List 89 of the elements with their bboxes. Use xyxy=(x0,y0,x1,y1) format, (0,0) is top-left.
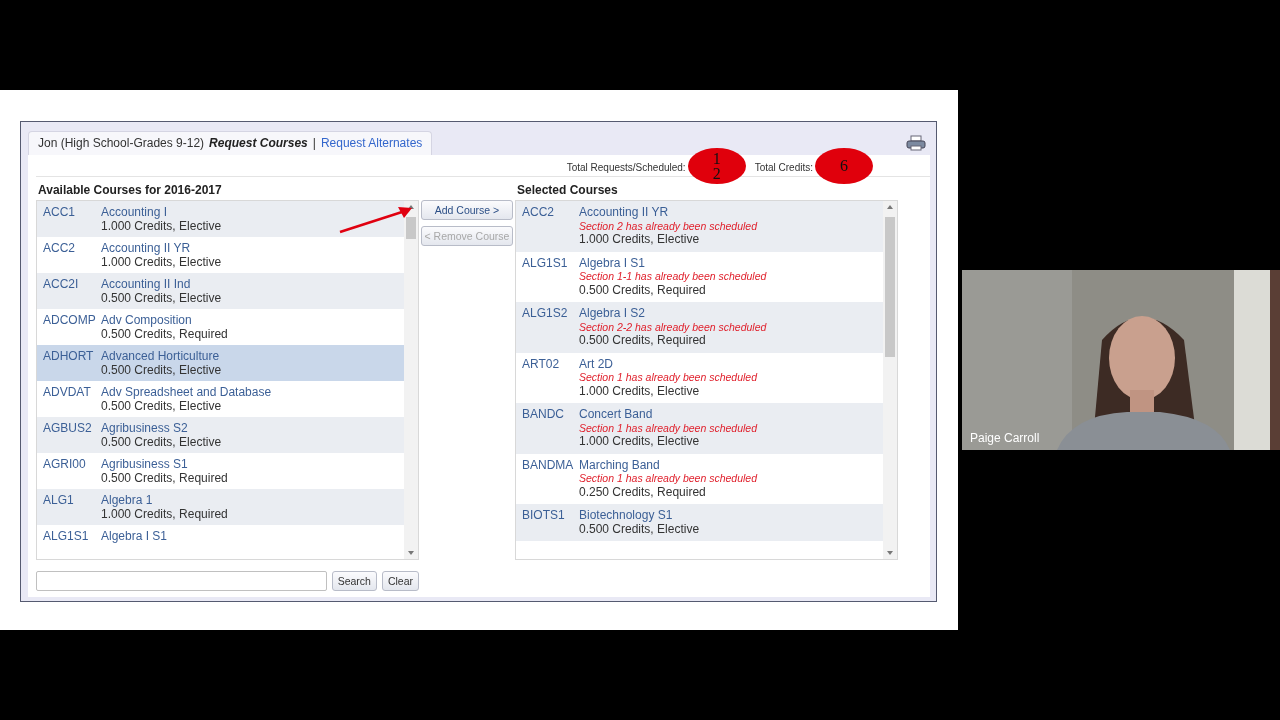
course-row[interactable]: BIOTS1 Biotechnology S1 0.500 Credits, Elective xyxy=(516,504,883,541)
course-name: Biotechnology S1 xyxy=(579,509,674,523)
course-name: Adv Composition xyxy=(101,314,193,328)
scheduled-count: 2 xyxy=(712,165,721,181)
course-row[interactable]: ACC2 Accounting II YR Section 2 has already been scheduled 1.000 Credits, Elective xyxy=(516,201,883,252)
scroll-up-icon[interactable] xyxy=(887,205,893,209)
course-name: Algebra I S2 xyxy=(579,307,647,321)
course-details: 0.500 Credits, Elective xyxy=(101,435,222,449)
course-details: 0.500 Credits, Elective xyxy=(579,522,700,536)
course-name: Accounting II YR xyxy=(101,242,192,256)
course-name: Accounting II Ind xyxy=(101,278,192,292)
course-details: 1.000 Credits, Elective xyxy=(101,255,222,269)
course-details: 0.250 Credits, Required xyxy=(579,485,707,499)
course-details: 0.500 Credits, Elective xyxy=(101,363,222,377)
course-row[interactable]: AGBUS2 Agribusiness S2 0.500 Credits, Elective xyxy=(37,417,404,453)
total-credits-label: Total Credits: xyxy=(754,162,813,173)
schedule-note: Section 2-2 has already been scheduled xyxy=(579,320,767,334)
course-details: 1.000 Credits, Elective xyxy=(579,384,701,398)
course-code: BIOTS1 xyxy=(522,509,566,524)
course-code: ADVDAT xyxy=(43,386,92,401)
course-name: Adv Spreadsheet and Database xyxy=(101,386,272,400)
separator: | xyxy=(312,136,316,150)
scrollbar[interactable] xyxy=(883,201,897,559)
course-code: ADHORT xyxy=(43,350,95,365)
course-code: BANDC xyxy=(522,408,565,423)
tab[interactable]: Request Alternates xyxy=(320,136,423,150)
requests-count: 1 xyxy=(712,150,721,166)
course-details: 1.000 Credits, Required xyxy=(101,507,228,521)
course-details: 1.000 Credits, Elective xyxy=(579,233,701,247)
course-code: ACC1 xyxy=(43,206,76,221)
course-details: 1.000 Credits, Elective xyxy=(579,435,701,449)
course-name: Agribusiness S2 xyxy=(101,422,189,436)
course-code: AGBUS2 xyxy=(43,422,93,437)
schedule-note: Section 1-1 has already been scheduled xyxy=(579,270,767,284)
course-code: ALG1 xyxy=(43,494,75,509)
course-code: ACC2 xyxy=(43,242,76,257)
course-code: ACC2 xyxy=(522,206,555,221)
course-code: ART02 xyxy=(522,357,561,373)
search-button[interactable]: Search xyxy=(331,571,377,591)
course-name: Algebra I S1 xyxy=(579,256,647,270)
course-name: Accounting I xyxy=(101,206,169,220)
search-field[interactable] xyxy=(36,571,327,591)
schedule-note: Section 1 has already been scheduled xyxy=(579,421,758,435)
schedule-note: Section 2 has already been scheduled xyxy=(579,219,758,233)
scroll-down-icon[interactable] xyxy=(887,551,893,555)
course-row[interactable]: ALG1S2 Algebra I S2 Section 2-2 has already been scheduled 0.500 Credits, Required xyxy=(516,302,883,353)
course-details: 0.500 Credits, Required xyxy=(101,327,228,341)
course-name: Advanced Horticulture xyxy=(101,350,221,364)
selected-courses-title: Selected Courses xyxy=(517,183,619,199)
course-code: ALG1S1 xyxy=(522,256,569,272)
course-name: Agribusiness S1 xyxy=(101,458,189,472)
search-button[interactable]: Clear xyxy=(381,571,419,591)
course-row[interactable]: ALG1 Algebra 1 1.000 Credits, Required xyxy=(37,489,404,525)
course-code: ADCOMP xyxy=(43,314,97,329)
course-details: 0.500 Credits, Elective xyxy=(101,399,223,413)
tab[interactable]: Request Courses xyxy=(209,136,308,150)
total-requests-label: Total Requests/Scheduled: xyxy=(566,162,686,173)
course-code: ALG1S1 xyxy=(43,530,90,544)
course-details: 0.500 Credits, Required xyxy=(579,283,707,297)
student-name: Jon (High School-Grades 9-12) xyxy=(38,136,205,150)
schedule-note: Section 1 has already been scheduled xyxy=(579,371,758,385)
course-name: Art 2D xyxy=(579,357,614,371)
course-row[interactable]: ACC1 Accounting I 1.000 Credits, Elective xyxy=(37,201,404,237)
course-name: Marching Band xyxy=(579,458,661,472)
scrollbar-thumb[interactable] xyxy=(885,217,895,357)
course-row[interactable]: ACC2I Accounting II Ind 0.500 Credits, Elective xyxy=(37,273,404,309)
scroll-down-icon[interactable] xyxy=(408,551,414,555)
scrollbar-thumb[interactable] xyxy=(406,217,416,239)
course-name: Concert Band xyxy=(579,408,654,422)
course-details: 0.500 Credits, Required xyxy=(101,471,228,485)
available-courses-title: Available Courses for 2016-2017 xyxy=(38,183,223,199)
course-code: ALG1S2 xyxy=(522,307,569,322)
course-details: 0.500 Credits, Required xyxy=(579,334,707,348)
credits-count: 6 xyxy=(840,158,848,173)
course-name: Algebra 1 xyxy=(101,494,154,508)
course-name: Accounting II YR xyxy=(579,206,670,220)
course-code: ACC2I xyxy=(43,278,80,293)
course-code: AGRI00 xyxy=(43,458,87,473)
course-row[interactable]: ADHORT Advanced Horticulture 0.500 Credits, Elective xyxy=(37,345,404,381)
course-code: BANDMA xyxy=(522,458,575,474)
scrollbar[interactable] xyxy=(404,201,418,559)
add-course-button[interactable]: Add Course > xyxy=(421,200,513,220)
participant-name: Paige Carroll xyxy=(970,431,1040,445)
schedule-note: Section 1 has already been scheduled xyxy=(579,472,758,486)
course-row[interactable]: BANDC Concert Band Section 1 has already been scheduled 1.000 Credits, Elective xyxy=(516,403,883,454)
course-name: Algebra I S1 xyxy=(101,530,168,544)
course-details: 0.500 Credits, Elective xyxy=(101,291,222,305)
printer-icon[interactable] xyxy=(906,135,926,151)
course-details: 1.000 Credits, Elective xyxy=(101,219,222,233)
